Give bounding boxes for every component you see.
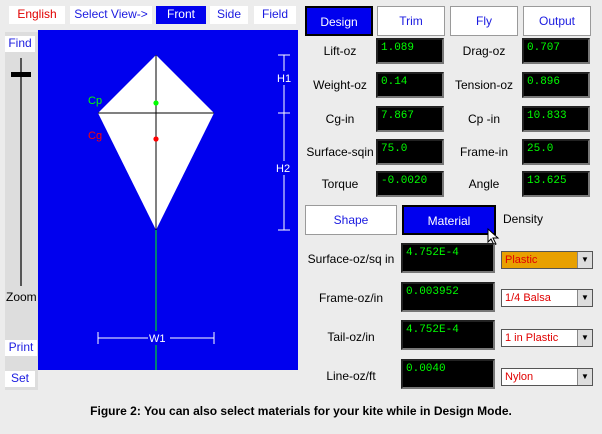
frame-label: Frame-in [459,145,508,159]
lift-label: Lift-oz [323,44,357,58]
cg-marker [153,136,159,142]
drag-value: 0.707 [522,38,590,64]
cp-marker [153,100,159,106]
frame-material-selected: 1/4 Balsa [505,292,551,304]
weight-label: Weight-oz [313,78,367,92]
zoom-slider-thumb[interactable] [11,72,31,77]
chevron-down-icon: ▼ [577,330,592,346]
cp-in-label: Cp -in [467,112,500,126]
frame-value: 25.0 [522,139,590,165]
zoom-slider-track[interactable] [20,58,22,286]
tab-fly[interactable]: Fly [450,6,518,36]
line-density-value[interactable]: 0.0040 [401,359,495,389]
surface-density-label: Surface-oz/sq in [307,252,395,266]
chevron-down-icon: ▼ [577,290,592,306]
surface-label: Surface-sqin [306,145,374,159]
w1-label: W1 [149,333,166,345]
set-button[interactable]: Set [5,371,35,387]
view-front-button[interactable]: Front [156,6,206,24]
line-material-select[interactable]: Nylon ▼ [501,368,593,386]
kite-diagram: Cp Cg H1 H2 W1 [88,54,292,370]
tension-value: 0.896 [522,72,590,98]
drag-label: Drag-oz [462,44,506,58]
line-material-selected: Nylon [505,371,534,383]
figure-caption: Figure 2: You can also select materials … [90,404,512,418]
tab-material[interactable]: Material [402,205,496,235]
zoom-label: Zoom [6,290,37,304]
surface-material-select[interactable]: Plastic ▼ [501,251,593,269]
torque-value: -0.0020 [376,171,444,197]
lift-value: 1.089 [376,38,444,64]
units-button[interactable]: English [9,6,65,24]
angle-label: Angle [468,177,500,191]
kite-view-canvas[interactable]: Cp Cg H1 H2 W1 [38,30,298,370]
tail-density-label: Tail-oz/in [327,330,375,344]
cg-in-value: 7.867 [376,106,444,132]
frame-material-select[interactable]: 1/4 Balsa ▼ [501,289,593,307]
density-label: Density [503,212,544,226]
tab-design[interactable]: Design [305,6,373,36]
frame-density-value[interactable]: 0.003952 [401,282,495,312]
tab-trim[interactable]: Trim [377,6,445,36]
chevron-down-icon: ▼ [577,369,592,385]
select-view-label: Select View-> [70,6,152,24]
cp-label: Cp [88,95,102,107]
line-density-label: Line-oz/ft [326,369,376,383]
view-field-button[interactable]: Field [254,6,296,24]
frame-density-label: Frame-oz/in [318,291,383,305]
tail-density-value[interactable]: 4.752E-4 [401,320,495,350]
tab-shape[interactable]: Shape [305,205,397,235]
tail-material-selected: 1 in Plastic [505,332,559,344]
chevron-down-icon: ▼ [577,252,592,268]
tail-material-select[interactable]: 1 in Plastic ▼ [501,329,593,347]
tab-output[interactable]: Output [523,6,591,36]
kite-modeler-app: English Select View-> Front Side Field F… [0,0,602,434]
tension-label: Tension-oz [454,78,514,92]
weight-value: 0.14 [376,72,444,98]
view-side-button[interactable]: Side [210,6,248,24]
surface-value: 75.0 [376,139,444,165]
angle-value: 13.625 [522,171,590,197]
cp-in-value: 10.833 [522,106,590,132]
torque-label: Torque [321,177,359,191]
surface-density-value[interactable]: 4.752E-4 [401,243,495,273]
cg-in-label: Cg-in [325,112,355,126]
surface-material-selected: Plastic [505,254,538,266]
find-button[interactable]: Find [5,36,35,52]
h2-label: H2 [276,163,290,175]
print-button[interactable]: Print [5,340,37,356]
cg-label: Cg [88,130,102,142]
h1-label: H1 [277,73,291,85]
